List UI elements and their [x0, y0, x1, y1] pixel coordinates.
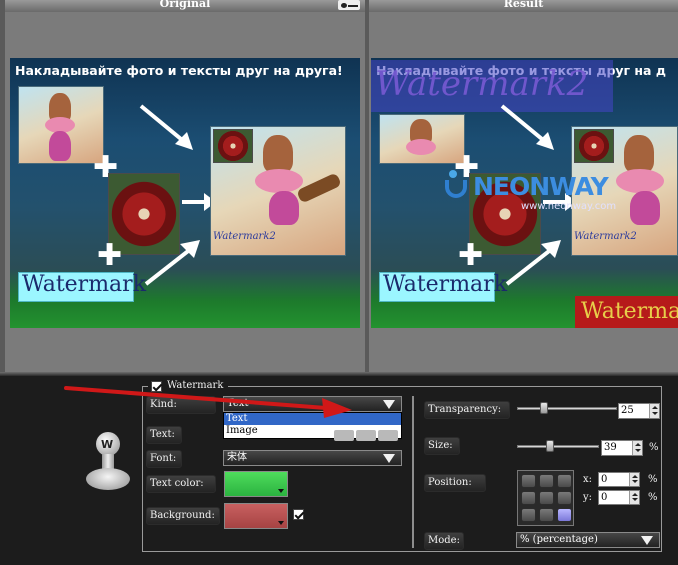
background-color-swatch[interactable]: [224, 503, 288, 529]
x-label: x:: [583, 474, 593, 485]
x-unit: %: [648, 474, 658, 485]
spin-up-icon: [652, 406, 658, 409]
font-label: Font:: [146, 450, 182, 468]
size-spinbox[interactable]: 39: [601, 440, 643, 456]
position-cell-0-2[interactable]: [557, 474, 572, 488]
result-pane: Result Накладывайте фото и тексты друг н…: [369, 0, 678, 372]
size-unit: %: [649, 442, 659, 453]
transparency-label: Transparency:: [424, 401, 510, 419]
original-canvas: Накладывайте фото и тексты друг на друга…: [10, 58, 360, 328]
italic-button[interactable]: [356, 430, 376, 441]
underline-button[interactable]: [378, 430, 398, 441]
position-cell-1-1[interactable]: [539, 491, 554, 505]
arrow-icon: [505, 240, 561, 286]
mode-label: Mode:: [424, 532, 464, 550]
position-cell-0-1[interactable]: [539, 474, 554, 488]
position-grid: [517, 470, 574, 526]
panel-divider: [412, 396, 414, 548]
bold-button[interactable]: [334, 430, 354, 441]
font-select-value: 宋体: [227, 452, 247, 463]
photo-girl-small: [18, 86, 104, 164]
y-label: y:: [583, 492, 593, 503]
y-unit: %: [648, 492, 658, 503]
position-cell-2-0[interactable]: [521, 508, 536, 522]
spin-down-icon: [632, 480, 638, 483]
watermark-text-box: Watermark: [18, 272, 146, 302]
spin-up-icon: [635, 443, 641, 446]
neonway-url: www.neonway.com: [521, 201, 617, 212]
promo-text: Накладывайте фото и тексты друг на друга…: [15, 63, 343, 78]
small-watermark-text: Watermark2: [213, 231, 276, 242]
position-cell-1-2[interactable]: [557, 491, 572, 505]
photo-girl-small: [379, 114, 465, 164]
position-cell-1-0[interactable]: [521, 491, 536, 505]
neonway-logo-text: NEONWAY: [473, 172, 609, 201]
chevron-down-icon[interactable]: [383, 400, 395, 409]
y-spinbox[interactable]: 0: [598, 490, 640, 505]
result-overlay-text: Watermark2: [375, 64, 589, 104]
arrow-icon: [500, 104, 554, 150]
position-cell-2-1[interactable]: [539, 508, 554, 522]
text-style-buttons: [330, 430, 402, 442]
result-canvas: Накладывайте фото и тексты друг на д Wat…: [371, 58, 678, 328]
background-label: Background:: [146, 507, 220, 525]
red-arrow-annotation: [64, 386, 352, 418]
position-label: Position:: [424, 474, 486, 492]
size-label: Size:: [424, 437, 460, 455]
mode-select-value: % (percentage): [520, 534, 598, 545]
position-cell-0-0[interactable]: [521, 474, 536, 488]
mode-select[interactable]: % (percentage): [516, 532, 660, 548]
neonway-logo-icon: [443, 170, 473, 200]
spin-down-icon: [635, 449, 641, 452]
chevron-down-icon: [278, 521, 284, 525]
transparency-slider-thumb[interactable]: [540, 402, 548, 414]
plus-icon: ✚: [458, 238, 484, 273]
plus-icon: ✚: [97, 238, 123, 273]
size-slider[interactable]: [517, 440, 599, 454]
spin-down-icon: [632, 498, 638, 501]
size-slider-thumb[interactable]: [546, 440, 554, 452]
background-enable-checkbox[interactable]: [293, 509, 304, 520]
result-bottom-watermark: Watermark: [575, 296, 678, 328]
result-overlay-box: Watermark2: [371, 60, 613, 112]
panel-top-edge: [0, 372, 678, 376]
arrow-icon: [139, 104, 193, 150]
original-pane-title: Original: [5, 0, 365, 12]
chevron-down-icon: [278, 489, 284, 493]
spin-up-icon: [632, 493, 638, 496]
spin-down-icon: [652, 412, 658, 415]
watermark-text-box: Watermark: [379, 272, 507, 302]
toggle-icon[interactable]: [338, 0, 360, 10]
font-select[interactable]: 宋体: [223, 450, 402, 466]
x-spinbox[interactable]: 0: [598, 472, 640, 487]
transparency-slider[interactable]: [517, 402, 617, 416]
chevron-down-icon[interactable]: [383, 454, 395, 463]
result-pane-title: Result: [369, 0, 678, 12]
text-color-swatch[interactable]: [224, 471, 288, 497]
stamp-icon: W: [84, 432, 132, 494]
text-label: Text:: [146, 426, 182, 444]
small-watermark-text: Watermark2: [574, 231, 637, 242]
original-pane: Original Накладывайте фото и тексты друг…: [5, 0, 365, 372]
arrow-icon: [144, 240, 200, 286]
text-color-label: Text color:: [146, 475, 216, 493]
transparency-spinbox[interactable]: 25: [618, 403, 660, 419]
chevron-down-icon[interactable]: [641, 536, 653, 545]
spin-up-icon: [632, 475, 638, 478]
result-photo: Watermark2: [210, 126, 346, 256]
position-cell-2-2[interactable]: [557, 508, 572, 522]
